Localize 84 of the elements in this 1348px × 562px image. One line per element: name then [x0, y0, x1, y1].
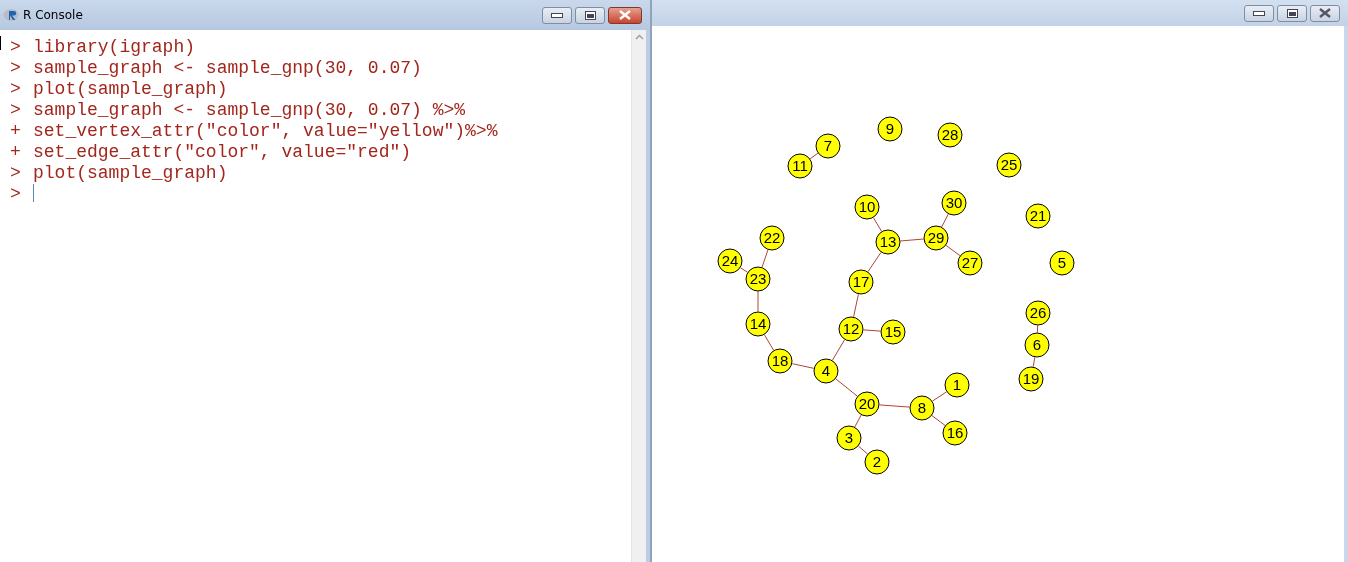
graph-edge — [809, 152, 819, 160]
close-button[interactable] — [1310, 4, 1340, 22]
graph-vertex: 14 — [745, 311, 771, 337]
graph-vertex: 17 — [848, 269, 874, 295]
graph-edge — [867, 251, 882, 273]
graph-vertex: 16 — [942, 420, 968, 446]
prompt-symbol: > — [10, 184, 22, 205]
console-command: library(igraph) — [33, 37, 196, 58]
graph-edge — [858, 445, 868, 455]
graph-vertex: 10 — [854, 194, 880, 220]
graph-vertex: 2 — [864, 449, 890, 475]
close-button[interactable] — [608, 6, 642, 24]
maximize-icon — [584, 10, 596, 20]
prompt-symbol: > — [10, 79, 22, 100]
graph-vertex: 13 — [875, 229, 901, 255]
graph-vertex: 3 — [836, 425, 862, 451]
console-command: sample_graph <- sample_gnp(30, 0.07) %>% — [33, 100, 466, 121]
graph-edge — [740, 267, 748, 273]
graph-edge — [853, 293, 859, 318]
graph-edge — [899, 238, 925, 242]
graph-edge — [757, 291, 759, 312]
prompt-symbol: > — [10, 37, 22, 58]
graph-vertex: 19 — [1018, 366, 1044, 392]
graph-vertex: 29 — [923, 225, 949, 251]
scrollbar[interactable] — [631, 30, 646, 562]
maximize-button[interactable] — [575, 6, 605, 24]
graph-edge — [1032, 356, 1036, 368]
graph-vertex: 25 — [996, 152, 1022, 178]
graph-vertex: 4 — [813, 358, 839, 384]
graph-edge — [791, 363, 815, 369]
minimize-icon — [551, 12, 563, 18]
close-icon — [1319, 8, 1331, 18]
graph-edge — [831, 339, 846, 361]
graph-vertex: 6 — [1024, 332, 1050, 358]
graph-vertex: 26 — [1025, 300, 1051, 326]
graph-vertex: 1 — [944, 372, 970, 398]
graph-vertex: 18 — [767, 348, 793, 374]
graph-edge — [854, 414, 862, 428]
graph-edge — [1036, 325, 1039, 333]
graph-vertex: 8 — [909, 395, 935, 421]
graph-edge — [835, 378, 858, 397]
prompt-symbol: > — [10, 58, 22, 79]
text-cursor-mark — [0, 36, 1, 50]
graph-vertex: 12 — [838, 316, 864, 342]
console-command: set_edge_attr("color", value="red") — [33, 142, 412, 163]
minimize-icon — [1253, 10, 1265, 16]
graph-edge — [931, 391, 948, 402]
graph-edge — [763, 334, 775, 351]
console-command: sample_graph <- sample_gnp(30, 0.07) — [33, 58, 422, 79]
console-command: plot(sample_graph) — [33, 163, 228, 184]
prompt-symbol: > — [10, 100, 22, 121]
minimize-button[interactable] — [542, 6, 572, 24]
close-icon — [619, 10, 631, 20]
graph-edge — [941, 213, 949, 228]
graph-edge — [878, 404, 911, 408]
minimize-button[interactable] — [1244, 4, 1274, 22]
prompt-symbol: > — [10, 163, 22, 184]
graph-edge — [945, 244, 961, 257]
graph-vertex: 28 — [937, 122, 963, 148]
console-command: plot(sample_graph) — [33, 79, 228, 100]
prompt-symbol: + — [10, 121, 22, 142]
graph-vertex: 27 — [957, 250, 983, 276]
graph-vertex: 23 — [745, 266, 771, 292]
maximize-icon — [1286, 8, 1298, 18]
graph-vertex: 30 — [941, 190, 967, 216]
maximize-button[interactable] — [1277, 4, 1307, 22]
graph-edge — [862, 329, 882, 332]
input-caret[interactable] — [33, 184, 34, 202]
r-logo-icon — [3, 8, 21, 22]
graph-vertex: 15 — [880, 319, 906, 345]
prompt-symbol: + — [10, 142, 22, 163]
graph-edge — [761, 249, 769, 268]
graph-vertex: 24 — [717, 248, 743, 274]
graph-vertex: 22 — [759, 225, 785, 251]
graph-edge — [872, 217, 883, 232]
window-title: R Console — [23, 8, 84, 22]
graph-vertex: 9 — [877, 116, 903, 142]
graph-edge — [931, 415, 946, 426]
graph-vertex: 11 — [787, 153, 813, 179]
graph-vertex: 7 — [815, 133, 841, 159]
console-command: set_vertex_attr("color", value="yellow")%>% — [33, 121, 498, 142]
graph-vertex: 20 — [854, 391, 880, 417]
graph-vertex: 21 — [1025, 203, 1051, 229]
graph-vertex: 5 — [1049, 250, 1075, 276]
